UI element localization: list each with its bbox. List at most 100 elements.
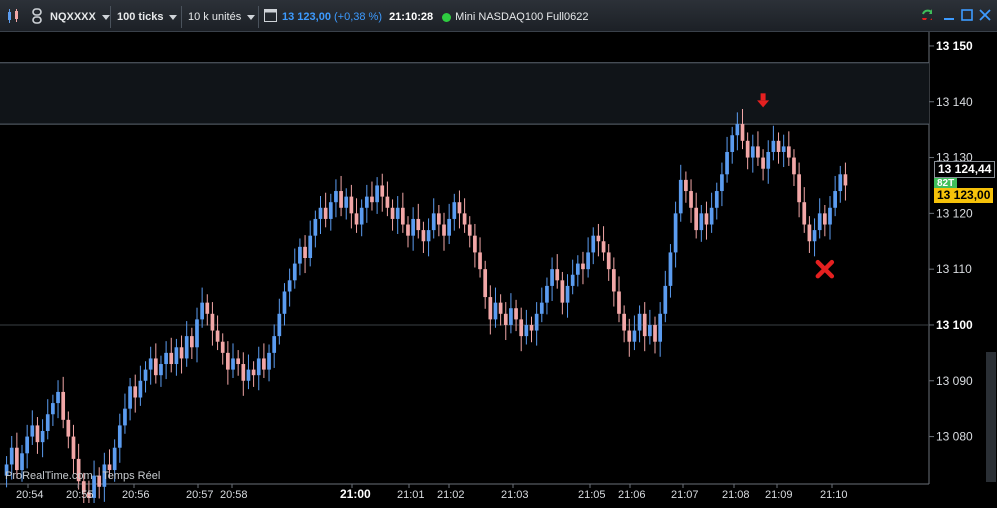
candle-body <box>195 319 199 348</box>
candle-body <box>262 358 266 370</box>
price-tick-label: 13 080 <box>936 430 973 444</box>
candle-body <box>210 313 215 331</box>
time-tick-label: 20:57 <box>186 489 214 501</box>
candle-body <box>673 213 678 253</box>
candle-body <box>328 202 333 219</box>
time-tick-label: 21:06 <box>618 489 646 501</box>
units-dropdown[interactable]: 10 k unités <box>188 7 256 27</box>
candle-body <box>498 302 503 314</box>
candle-body <box>385 196 390 208</box>
chart-panel[interactable]: 13 150 13 140 13 130 13 120 13 110 13 100 13 0… <box>0 32 997 508</box>
interval-dropdown[interactable]: 100 ticks <box>117 7 178 27</box>
close-icon[interactable] <box>979 9 991 21</box>
candle-body <box>586 252 590 270</box>
candle-body <box>112 447 117 471</box>
candle-body <box>514 308 518 320</box>
candle-body <box>709 207 714 225</box>
interval-label: 100 ticks <box>117 11 164 23</box>
minimize-icon[interactable] <box>943 9 955 21</box>
price-chart[interactable]: 13 15013 14013 13013 12013 11013 10013 0… <box>0 32 997 508</box>
price-info: 13 123,00 (+0,38 %) 21:10:28 Mini NASDAQ… <box>282 7 588 27</box>
candle-body <box>457 202 462 214</box>
candle-body <box>817 213 822 231</box>
candle-body <box>339 191 343 208</box>
candle-body <box>781 146 786 152</box>
zone-band <box>0 62 929 125</box>
candle-body <box>601 241 606 253</box>
candle-body <box>256 358 261 376</box>
time-tick-label: 21:08 <box>722 489 750 501</box>
candle-body <box>488 297 493 320</box>
candle-body <box>462 213 467 225</box>
separator <box>181 6 182 28</box>
candle-body <box>246 369 251 381</box>
candle-body <box>220 341 225 353</box>
candle-body <box>354 213 359 225</box>
candle-body <box>545 285 549 303</box>
window-icon[interactable] <box>264 9 277 22</box>
candle-body <box>30 425 35 437</box>
candle-body <box>215 330 220 342</box>
candle-body <box>684 179 688 192</box>
maximize-icon[interactable] <box>961 9 973 21</box>
time-tick-label: 21:02 <box>437 489 465 501</box>
candle-body <box>678 179 683 214</box>
time-tick-label: 21:05 <box>578 489 606 501</box>
candle-body <box>771 140 776 152</box>
candle-body <box>807 224 812 242</box>
candle-body <box>694 207 699 231</box>
candle-body <box>467 224 472 236</box>
candle-body <box>303 246 307 258</box>
chart-type-icon[interactable] <box>6 9 20 23</box>
chevron-down-icon <box>247 14 256 20</box>
candle-body <box>622 313 626 331</box>
time-tick-label: 20:54 <box>16 489 44 501</box>
candle-body <box>349 196 354 214</box>
candle-body <box>380 185 385 197</box>
candle-body <box>313 218 318 236</box>
candle-body <box>565 285 570 303</box>
chevron-down-icon <box>169 14 178 20</box>
symbol-dropdown[interactable]: NQXXXX <box>50 7 110 27</box>
link-icon[interactable] <box>30 8 44 24</box>
candle-body <box>653 324 657 342</box>
candle-body <box>550 269 554 286</box>
resistance-zone <box>0 62 929 125</box>
candle-body <box>642 313 647 337</box>
candle-body <box>797 174 801 203</box>
time-tick-label: 20:55 <box>66 489 94 501</box>
candle-body <box>524 324 529 337</box>
candle-body <box>473 235 477 253</box>
status-indicator <box>442 11 455 23</box>
candle-body <box>174 347 179 365</box>
scrollbar[interactable] <box>986 352 996 482</box>
candle-body <box>364 196 369 208</box>
candle-body <box>606 252 611 270</box>
candle-body <box>277 313 282 337</box>
time-tick-label: 21:00 <box>340 487 371 501</box>
candle-body <box>617 291 621 314</box>
candle-body <box>611 269 616 292</box>
price-change: (+0,38 %) <box>334 11 382 23</box>
candle-body <box>581 263 585 270</box>
candle-body <box>153 358 158 376</box>
candle-body <box>56 391 60 404</box>
candle-body <box>828 207 832 225</box>
candle-body <box>344 196 349 208</box>
candle-body <box>117 425 122 448</box>
candle-body <box>750 146 755 158</box>
candle-body <box>745 140 750 158</box>
candle-body <box>71 436 76 459</box>
candle-body <box>838 174 843 192</box>
instrument-name: Mini NASDAQ100 Full0622 <box>455 11 589 23</box>
candles <box>4 109 848 508</box>
candle-body <box>421 230 426 242</box>
candle-body <box>51 403 55 415</box>
candle-body <box>720 174 724 192</box>
candle-body <box>493 302 498 320</box>
price-tick-label: 13 090 <box>936 374 973 388</box>
refresh-icon[interactable] <box>920 8 932 20</box>
candle-body <box>128 386 132 409</box>
time-tick-label: 20:58 <box>220 489 248 501</box>
candle-body <box>637 313 642 331</box>
